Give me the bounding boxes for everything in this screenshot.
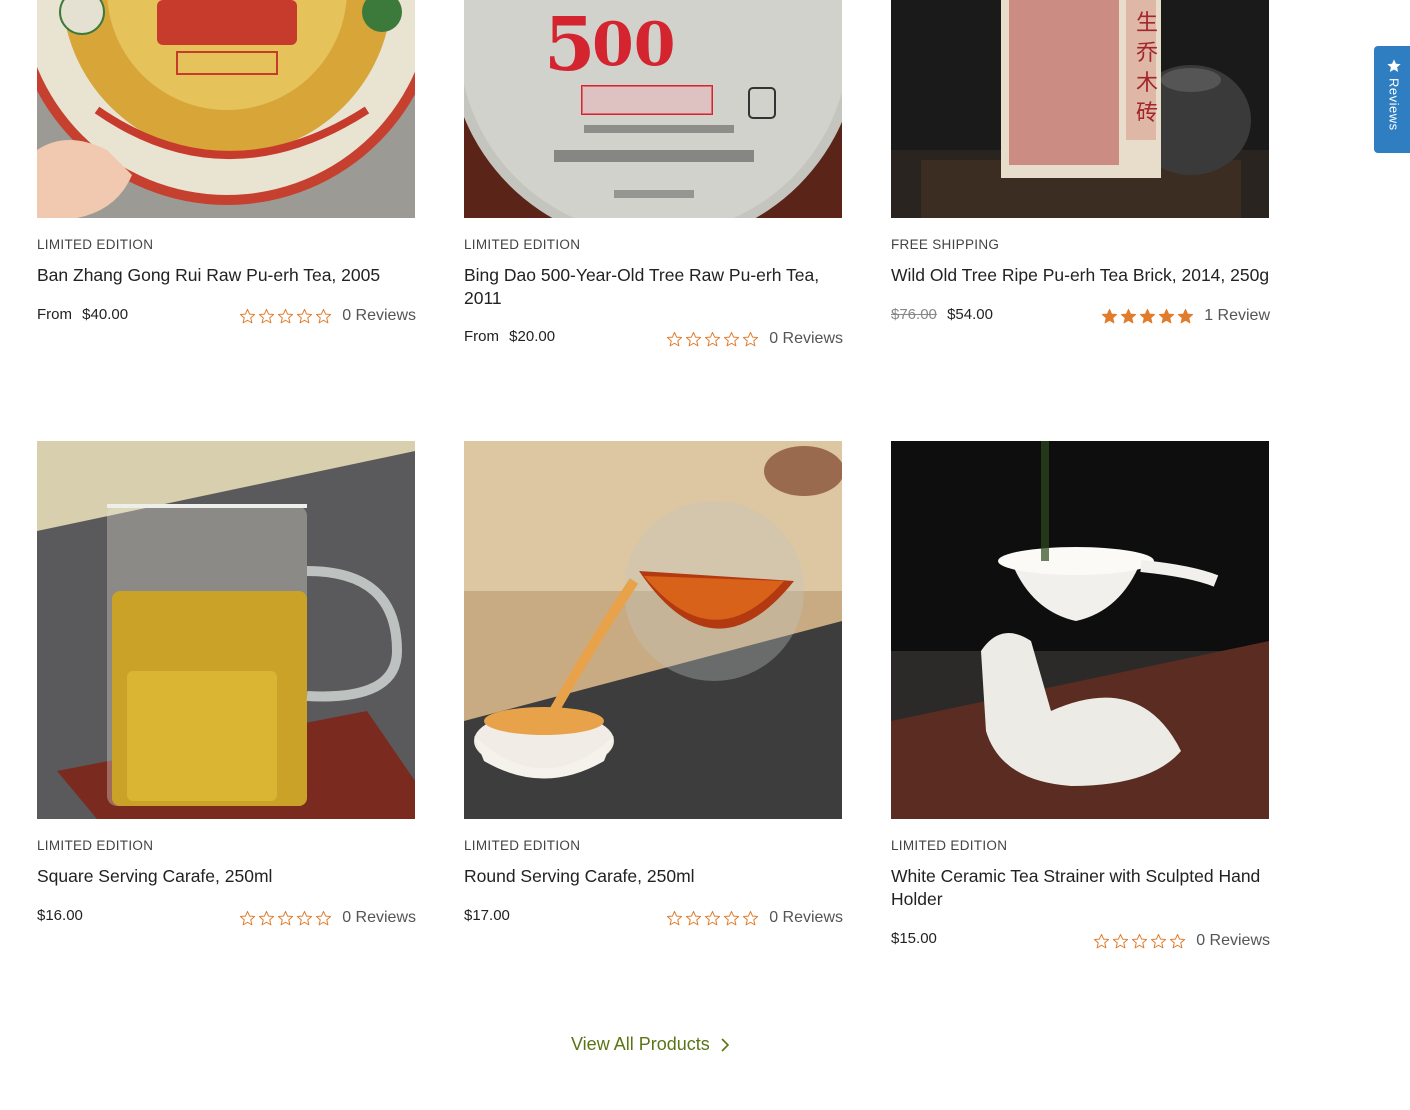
svg-text:5: 5: [544, 2, 596, 88]
star-outline-icon: [1094, 933, 1110, 948]
product-tag: LIMITED EDITION: [37, 838, 154, 853]
product-card[interactable]: LIMITED EDITION White Ceramic Tea Strain…: [891, 441, 1270, 949]
star-outline-icon: [743, 331, 759, 346]
original-price: $76.00: [891, 306, 937, 323]
product-rating[interactable]: 0 Reviews: [1093, 932, 1270, 950]
product-rating[interactable]: 0 Reviews: [239, 307, 416, 325]
star-outline-icon: [240, 308, 256, 323]
price-prefix: From: [37, 306, 72, 323]
product-card[interactable]: LIMITED EDITION Square Serving Carafe, 2…: [37, 441, 416, 926]
star-rating: [1093, 933, 1186, 950]
product-card[interactable]: LIMITED EDITION Round Serving Carafe, 25…: [464, 441, 843, 926]
star-outline-icon: [724, 910, 740, 925]
product-rating[interactable]: 1 Review: [1101, 307, 1270, 325]
star-icon: [1387, 59, 1401, 72]
reviews-tab-label: Reviews: [1386, 78, 1402, 131]
product-tag: LIMITED EDITION: [464, 237, 581, 252]
star-filled-icon: [1140, 308, 1156, 323]
product-card[interactable]: 5 00 LIMITED EDITION Bing Dao 500-Year-O…: [464, 0, 843, 347]
product-rating[interactable]: 0 Reviews: [666, 909, 843, 927]
product-card[interactable]: 生 乔 木 砖 FREE SHIPPING Wild Old Tree Ripe…: [891, 0, 1270, 324]
star-rating: [1101, 308, 1194, 325]
product-title[interactable]: Round Serving Carafe, 250ml: [464, 865, 844, 888]
star-filled-icon: [1178, 308, 1194, 323]
view-all-label: View All Products: [571, 1034, 710, 1054]
star-filled-icon: [1121, 308, 1137, 323]
star-outline-icon: [705, 910, 721, 925]
review-count[interactable]: 0 Reviews: [342, 307, 416, 325]
star-outline-icon: [1113, 933, 1129, 948]
product-title[interactable]: Bing Dao 500-Year-Old Tree Raw Pu-erh Te…: [464, 264, 844, 309]
svg-text:生: 生: [1136, 11, 1158, 36]
product-image[interactable]: [37, 0, 415, 218]
svg-text:砖: 砖: [1136, 101, 1158, 126]
star-rating: [666, 331, 759, 348]
star-outline-icon: [1151, 933, 1167, 948]
product-tag: LIMITED EDITION: [891, 838, 1008, 853]
star-outline-icon: [667, 331, 683, 346]
current-price: $40.00: [82, 306, 129, 323]
svg-text:木: 木: [1136, 71, 1158, 96]
product-image[interactable]: 5 00: [464, 0, 842, 218]
product-title[interactable]: Square Serving Carafe, 250ml: [37, 865, 417, 888]
star-outline-icon: [686, 331, 702, 346]
chevron-right-icon: [721, 1037, 729, 1052]
product-rating[interactable]: 0 Reviews: [239, 909, 416, 927]
product-title[interactable]: Wild Old Tree Ripe Pu-erh Tea Brick, 201…: [891, 264, 1271, 287]
star-outline-icon: [240, 910, 256, 925]
star-outline-icon: [297, 308, 313, 323]
view-all-products-link[interactable]: View All Products: [571, 1034, 730, 1055]
review-count[interactable]: 0 Reviews: [769, 909, 843, 927]
reviews-side-tab[interactable]: Reviews: [1374, 46, 1410, 153]
star-outline-icon: [278, 910, 294, 925]
current-price: $20.00: [509, 328, 556, 345]
star-outline-icon: [1170, 933, 1186, 948]
star-outline-icon: [259, 910, 275, 925]
star-outline-icon: [316, 910, 332, 925]
product-image[interactable]: 生 乔 木 砖: [891, 0, 1269, 218]
star-outline-icon: [724, 331, 740, 346]
star-outline-icon: [667, 910, 683, 925]
star-rating: [239, 308, 332, 325]
review-count[interactable]: 0 Reviews: [769, 330, 843, 348]
product-price: From $20.00: [464, 328, 555, 345]
product-price: From $40.00: [37, 306, 128, 323]
product-price: $17.00: [464, 907, 510, 924]
star-outline-icon: [743, 910, 759, 925]
product-tag: FREE SHIPPING: [891, 237, 1000, 252]
star-filled-icon: [1102, 308, 1118, 323]
svg-text:00: 00: [592, 10, 676, 80]
product-image[interactable]: [37, 441, 415, 819]
product-price: $76.00 $54.00: [891, 306, 993, 323]
star-rating: [239, 910, 332, 927]
review-count[interactable]: 1 Review: [1204, 307, 1270, 325]
star-filled-icon: [1159, 308, 1175, 323]
product-image[interactable]: [891, 441, 1269, 819]
product-image[interactable]: [464, 441, 842, 819]
review-count[interactable]: 0 Reviews: [1196, 932, 1270, 950]
review-count[interactable]: 0 Reviews: [342, 909, 416, 927]
product-rating[interactable]: 0 Reviews: [666, 330, 843, 348]
star-outline-icon: [297, 910, 313, 925]
product-title[interactable]: Ban Zhang Gong Rui Raw Pu-erh Tea, 2005: [37, 264, 417, 287]
price-prefix: From: [464, 328, 499, 345]
star-outline-icon: [1132, 933, 1148, 948]
current-price: $16.00: [37, 907, 83, 924]
star-outline-icon: [278, 308, 294, 323]
current-price: $54.00: [947, 306, 993, 323]
product-price: $16.00: [37, 907, 83, 924]
star-outline-icon: [705, 331, 721, 346]
current-price: $17.00: [464, 907, 510, 924]
star-outline-icon: [316, 308, 332, 323]
star-rating: [666, 910, 759, 927]
svg-text:乔: 乔: [1136, 41, 1158, 66]
product-tag: LIMITED EDITION: [37, 237, 154, 252]
current-price: $15.00: [891, 930, 937, 947]
star-outline-icon: [259, 308, 275, 323]
star-outline-icon: [686, 910, 702, 925]
product-price: $15.00: [891, 930, 937, 947]
product-title[interactable]: White Ceramic Tea Strainer with Sculpted…: [891, 865, 1271, 910]
product-tag: LIMITED EDITION: [464, 838, 581, 853]
product-card[interactable]: LIMITED EDITION Ban Zhang Gong Rui Raw P…: [37, 0, 416, 324]
